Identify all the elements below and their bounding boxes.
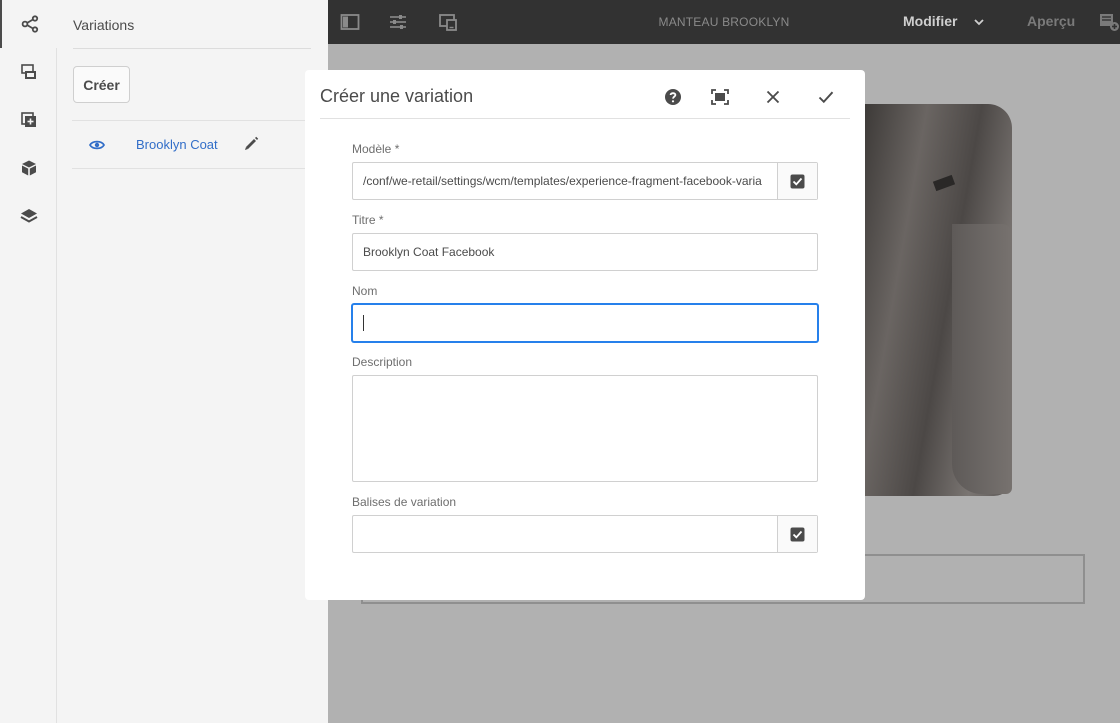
- create-variation-button[interactable]: Créer: [73, 66, 130, 103]
- tags-input[interactable]: [353, 516, 779, 552]
- rail-variations-button[interactable]: [0, 0, 57, 48]
- variations-panel: Variations Créer Brooklyn Coat: [57, 0, 328, 723]
- rail-assets-button[interactable]: [0, 48, 57, 96]
- product-image-sleeve: [952, 224, 1012, 494]
- text-caret: [363, 315, 364, 331]
- page-title: MANTEAU BROOKLYN: [658, 15, 790, 29]
- dialog-title: Créer une variation: [320, 86, 474, 106]
- layers-icon: [20, 209, 37, 223]
- fullscreen-button[interactable]: [709, 86, 731, 108]
- product-image: [862, 104, 1012, 496]
- close-button[interactable]: [762, 86, 784, 108]
- template-label: Modèle *: [352, 142, 400, 156]
- chevron-down-icon[interactable]: [974, 18, 984, 26]
- eye-icon[interactable]: [89, 138, 105, 152]
- box-icon: [21, 160, 36, 176]
- assets-icon: [20, 64, 36, 79]
- product-image-logo: [932, 174, 956, 192]
- template-picker-button[interactable]: [777, 163, 817, 199]
- divider: [73, 48, 311, 49]
- tags-field: [352, 515, 818, 553]
- components-add-icon: [20, 112, 36, 127]
- close-icon: [766, 90, 780, 104]
- tags-picker-button[interactable]: [777, 516, 817, 552]
- share-icon: [21, 15, 38, 33]
- description-label: Description: [352, 355, 413, 369]
- help-button[interactable]: [662, 86, 684, 108]
- annotations-icon[interactable]: [1099, 12, 1120, 32]
- top-toolbar: MANTEAU BROOKLYN Modifier Aperçu: [328, 0, 1120, 44]
- mode-selector[interactable]: Modifier: [903, 13, 957, 29]
- rail-content-tree-button[interactable]: [0, 144, 57, 192]
- select-checkbox-icon: [790, 174, 805, 188]
- pencil-icon[interactable]: [243, 136, 259, 152]
- dialog-divider: [320, 118, 850, 119]
- preview-button[interactable]: Aperçu: [1027, 13, 1075, 29]
- checkmark-icon: [818, 91, 834, 104]
- title-input[interactable]: [353, 234, 817, 270]
- name-field: [352, 304, 818, 342]
- name-label: Nom: [352, 284, 378, 298]
- fullscreen-icon: [711, 89, 729, 105]
- rail-components-button[interactable]: [0, 96, 57, 144]
- title-field: [352, 233, 818, 271]
- tags-label: Balises de variation: [352, 495, 457, 509]
- variation-link[interactable]: Brooklyn Coat: [136, 137, 218, 152]
- rail-layers-button[interactable]: [0, 192, 57, 240]
- create-variation-dialog: Créer une variation Modèle * Titre * Nom…: [305, 70, 865, 600]
- confirm-button[interactable]: [815, 86, 837, 108]
- title-label: Titre *: [352, 213, 384, 227]
- template-field: [352, 162, 818, 200]
- description-field: [352, 375, 818, 482]
- left-rail: [0, 0, 57, 723]
- template-input[interactable]: [353, 163, 779, 199]
- name-input[interactable]: [353, 305, 817, 341]
- panel-title: Variations: [73, 17, 135, 33]
- description-textarea[interactable]: [353, 376, 817, 481]
- help-icon: [665, 89, 681, 105]
- variation-list-item[interactable]: Brooklyn Coat: [72, 121, 328, 169]
- select-checkbox-icon: [790, 527, 805, 541]
